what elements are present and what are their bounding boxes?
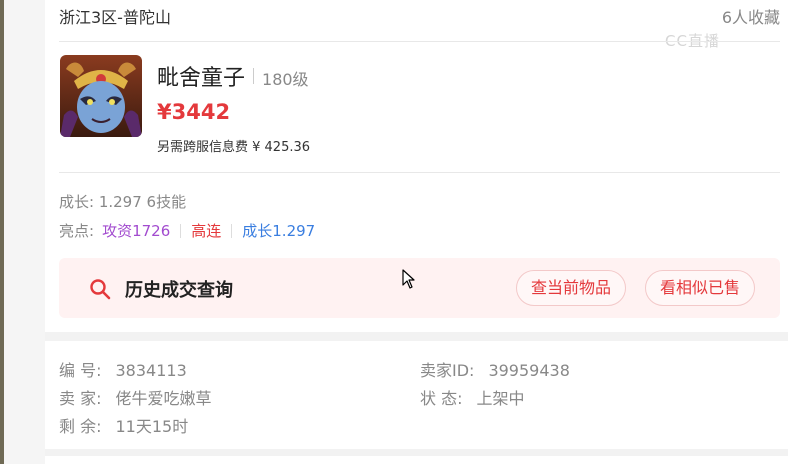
status-value: 上架中 bbox=[476, 389, 525, 408]
history-title[interactable]: 历史成交查询 bbox=[125, 276, 233, 302]
item-name: 毗舍童子 bbox=[157, 66, 246, 91]
status-label: 状 态: bbox=[420, 389, 463, 408]
growth-info: 成长: 1.297 6技能 bbox=[59, 193, 187, 211]
seller-label: 卖 家: bbox=[59, 389, 102, 408]
cursor-icon bbox=[402, 269, 416, 293]
avatar[interactable] bbox=[60, 55, 142, 137]
highlight-tag: 攻资1726 bbox=[102, 222, 171, 240]
seller-row: 卖 家: 佬牛爱吃嫩草 bbox=[59, 385, 212, 409]
check-current-item-button[interactable]: 查当前物品 bbox=[516, 270, 627, 306]
id-label: 编 号: bbox=[59, 361, 102, 380]
server-name: 浙江3区-普陀山 bbox=[59, 8, 171, 27]
remaining-label: 剩 余: bbox=[59, 417, 102, 436]
remaining-value: 11天15时 bbox=[115, 417, 189, 436]
name-level-separator bbox=[253, 68, 255, 84]
item-price: ¥3442 bbox=[157, 100, 231, 124]
id-row: 编 号: 3834113 bbox=[59, 357, 187, 381]
seller-value: 佬牛爱吃嫩草 bbox=[115, 389, 212, 408]
avatar-image bbox=[60, 55, 142, 137]
search-icon[interactable] bbox=[89, 278, 111, 304]
seller-id-label: 卖家ID: bbox=[420, 361, 475, 380]
cross-server-fee: 另需跨服信息费 ¥ 425.36 bbox=[157, 140, 311, 155]
id-value: 3834113 bbox=[115, 361, 187, 380]
highlights-label: 亮点: bbox=[59, 222, 95, 240]
left-gutter bbox=[4, 0, 45, 464]
info-card: 编 号: 3834113 卖家ID: 39959438 卖 家: 佬牛爱吃嫩草 状 态… bbox=[45, 341, 788, 449]
view-similar-sold-button[interactable]: 看相似已售 bbox=[645, 270, 756, 306]
seller-id-row: 卖家ID: 39959438 bbox=[420, 357, 570, 381]
divider bbox=[59, 172, 780, 173]
remaining-row: 剩 余: 11天15时 bbox=[59, 413, 188, 437]
highlight-tag: 成长1.297 bbox=[242, 222, 316, 240]
divider bbox=[59, 41, 780, 42]
favorites-count[interactable]: 6人收藏 bbox=[722, 4, 780, 28]
status-row: 状 态: 上架中 bbox=[420, 385, 525, 409]
history-panel: 历史成交查询 查当前物品 看相似已售 bbox=[59, 258, 780, 318]
item-level: 180级 bbox=[262, 70, 309, 89]
next-card bbox=[45, 456, 788, 464]
listing-card[interactable]: 浙江3区-普陀山 6人收藏 CC直播 毗舍童子 180级 ¥3442 另需跨服信… bbox=[45, 0, 788, 332]
seller-id-value: 39959438 bbox=[488, 361, 570, 380]
highlight-tag: 高连 bbox=[191, 222, 222, 240]
highlights: 亮点: 攻资1726 高连 成长1.297 bbox=[59, 220, 325, 241]
